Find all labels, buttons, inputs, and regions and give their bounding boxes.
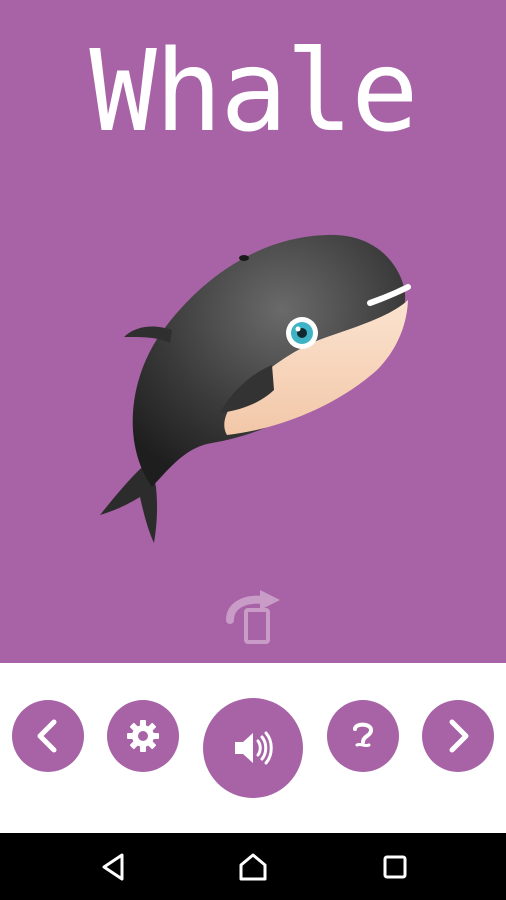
rotate-device-icon xyxy=(226,590,280,644)
help-button[interactable] xyxy=(327,700,399,772)
whale-illustration xyxy=(100,234,411,543)
speaker-icon xyxy=(235,731,273,765)
nav-back-button[interactable] xyxy=(98,851,130,883)
chevron-left-icon xyxy=(37,719,57,753)
recents-square-icon xyxy=(383,855,407,879)
home-icon xyxy=(239,853,267,881)
animal-card: Whale xyxy=(0,0,506,663)
animal-title: Whale xyxy=(89,27,418,157)
next-button[interactable] xyxy=(422,700,494,772)
back-triangle-icon xyxy=(102,853,124,881)
settings-button[interactable] xyxy=(107,700,179,772)
sound-button[interactable] xyxy=(203,698,303,798)
chevron-right-icon xyxy=(449,719,469,753)
question-icon xyxy=(353,722,374,748)
nav-home-button[interactable] xyxy=(237,851,269,883)
previous-button[interactable] xyxy=(12,700,84,772)
control-bar xyxy=(0,663,506,833)
nav-recents-button[interactable] xyxy=(379,851,411,883)
gear-icon xyxy=(127,720,159,752)
system-navigation-bar xyxy=(0,833,506,900)
